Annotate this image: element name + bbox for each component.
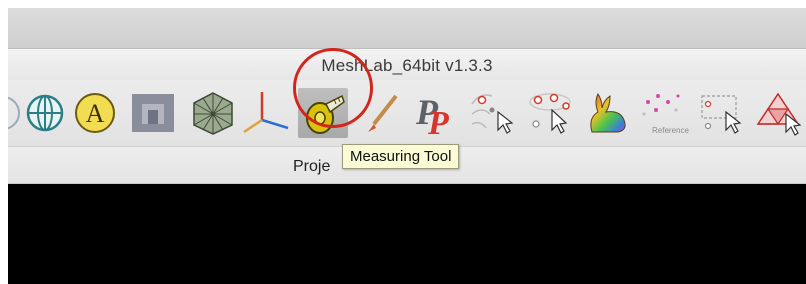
top-chrome [8,8,806,48]
meshlab-window: MeshLab_64bit v1.3.3 A P P Reference Pro… [8,8,806,284]
reference-label: Reference [652,126,689,135]
mesh-select-icon[interactable] [752,88,802,138]
pp-glyph-front: P [427,105,449,138]
reference-icon[interactable]: Reference [638,88,689,138]
globe-icon[interactable] [20,88,70,138]
bunny-icon[interactable] [582,88,632,138]
rect-select-icon[interactable] [696,88,746,138]
building-icon[interactable] [128,88,178,138]
3d-viewport[interactable] [8,184,806,284]
letter-a-icon[interactable]: A [70,88,120,138]
point-select-icon[interactable] [468,88,518,138]
axes-icon[interactable] [242,88,292,138]
window-title: MeshLab_64bit v1.3.3 [321,56,493,75]
annotation-circle [293,48,373,128]
letter-a-glyph: A [86,99,105,128]
toolbar: A P P Reference [8,80,806,146]
measuring-tool-tooltip: Measuring Tool [342,144,460,169]
title-bar: MeshLab_64bit v1.3.3 [8,48,806,81]
mesh-icon[interactable] [188,88,238,138]
pp-icon[interactable]: P P [412,88,462,138]
face-select-icon[interactable] [524,88,574,138]
menu-item-project[interactable]: Proje [293,158,330,176]
